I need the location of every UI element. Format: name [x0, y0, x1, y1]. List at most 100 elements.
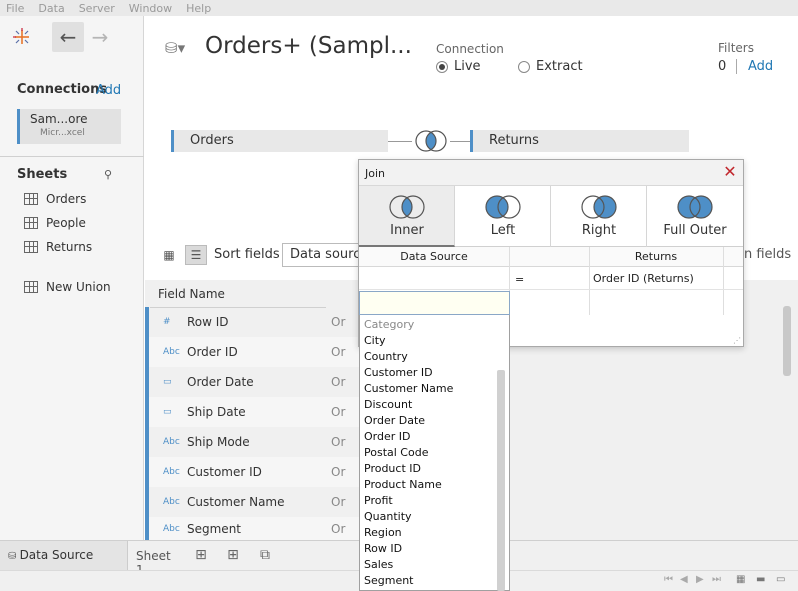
table-row[interactable]: Abc Order ID Or [145, 337, 360, 367]
table-row[interactable]: Abc Customer ID Or [145, 457, 360, 487]
grid-scrollbar[interactable] [783, 306, 791, 376]
first-page-icon[interactable]: ⏮ [664, 574, 673, 585]
list-item[interactable]: Discount [360, 397, 509, 413]
field-name: Order Date [187, 375, 254, 389]
forward-button[interactable]: → [88, 22, 112, 52]
add-filter-link[interactable]: Add [736, 59, 773, 74]
inner-join-icon[interactable] [412, 129, 450, 153]
sheet-item-label: Orders [46, 192, 87, 206]
new-union-item[interactable]: New Union [24, 280, 111, 294]
field-name: Order ID [187, 345, 238, 359]
list-item[interactable]: Segment [360, 573, 509, 589]
next-page-icon[interactable]: ▶ [696, 574, 704, 585]
field-name: Ship Mode [187, 435, 250, 449]
new-worksheet-icon[interactable]: ⊞ [190, 545, 212, 565]
table-row[interactable]: ▭ Order Date Or [145, 367, 360, 397]
join-type-right[interactable]: Right [551, 186, 647, 247]
extract-label: Extract [536, 59, 583, 74]
new-story-icon[interactable]: ⧉ [254, 545, 276, 565]
right-join-field[interactable]: Order ID (Returns) [593, 272, 694, 285]
extract-radio[interactable]: Extract [518, 59, 583, 74]
join-type-left[interactable]: Left [455, 186, 551, 247]
list-item[interactable]: Profit [360, 493, 509, 509]
page-title[interactable]: Orders+ (Sampl... [205, 33, 412, 59]
live-label: Live [454, 59, 481, 74]
tab-data-source[interactable]: ⛁ Data Source [0, 541, 128, 571]
resize-grip-icon[interactable]: ⋰ [733, 336, 741, 345]
filmstrip-icon[interactable]: ▬ [756, 574, 765, 585]
list-item[interactable]: Region [360, 525, 509, 541]
menu-file[interactable]: File [0, 2, 32, 15]
list-item[interactable]: Sales [360, 557, 509, 573]
sheet-item-people[interactable]: People [24, 216, 86, 230]
list-item[interactable]: Country [360, 349, 509, 365]
list-item[interactable]: Product ID [360, 461, 509, 477]
table-row[interactable]: Abc Customer Name Or [145, 487, 360, 517]
table-returns[interactable]: Returns [470, 130, 689, 152]
list-item[interactable]: Row ID [360, 541, 509, 557]
field-origin: Or [331, 315, 346, 329]
list-item[interactable]: Category [360, 317, 509, 333]
list-item[interactable]: Quantity [360, 509, 509, 525]
connection-card[interactable]: Sam...ore Micr...xcel [17, 109, 121, 144]
database-icon: ⛁ [8, 551, 20, 562]
last-page-icon[interactable]: ⏭ [712, 574, 721, 585]
join-clause-row[interactable]: = Order ID (Returns) [359, 267, 743, 290]
connection-subtitle: Micr...xcel [40, 128, 85, 138]
join-operator[interactable]: = [515, 273, 524, 286]
string-type-icon[interactable]: Abc [163, 467, 187, 477]
tab-sheet1[interactable]: Sheet 1 [130, 541, 182, 577]
table-row[interactable]: ▭ Ship Date Or [145, 397, 360, 427]
prev-page-icon[interactable]: ◀ [680, 574, 688, 585]
sort-fields-select[interactable]: Data source order [282, 243, 362, 267]
menu-server[interactable]: Server [73, 2, 123, 15]
number-type-icon[interactable]: # [163, 317, 187, 327]
table-row[interactable]: Abc Ship Mode Or [145, 427, 360, 457]
table-row[interactable]: Abc Segment Or [145, 517, 360, 540]
field-name-header[interactable]: Field Name [150, 280, 326, 308]
list-item[interactable]: Postal Code [360, 445, 509, 461]
list-item[interactable]: Product Name [360, 477, 509, 493]
table-row[interactable]: # Row ID Or [145, 307, 360, 337]
grid-view-icon[interactable]: ▦ [158, 245, 180, 265]
database-icon[interactable]: ⛁▾ [165, 39, 185, 57]
search-icon[interactable]: ⚲ [104, 168, 112, 181]
menu-help[interactable]: Help [180, 2, 219, 15]
left-pane: ← → Connections Add Sam...ore Micr...xce… [0, 16, 144, 540]
picker-scrollbar[interactable] [497, 370, 505, 591]
table-orders[interactable]: Orders [171, 130, 388, 152]
add-connection-link[interactable]: Add [96, 83, 121, 98]
calendar-icon[interactable]: ▭ [163, 377, 187, 387]
menu-data[interactable]: Data [32, 2, 72, 15]
sheet-item-orders[interactable]: Orders [24, 192, 86, 206]
string-type-icon[interactable]: Abc [163, 437, 187, 447]
row-accent [145, 307, 149, 337]
string-type-icon[interactable]: Abc [163, 497, 187, 507]
arrow-right-icon: → [91, 25, 109, 49]
calendar-icon[interactable]: ▭ [163, 407, 187, 417]
close-icon[interactable]: ✕ [721, 163, 739, 181]
arrow-left-icon: ← [59, 25, 77, 49]
list-item[interactable]: Order ID [360, 429, 509, 445]
list-item[interactable]: Customer ID [360, 365, 509, 381]
row-accent [145, 337, 149, 367]
list-item[interactable]: Order Date [360, 413, 509, 429]
back-button[interactable]: ← [52, 22, 84, 52]
tableau-logo-icon[interactable] [12, 27, 32, 47]
join-type-inner[interactable]: Inner [359, 186, 455, 247]
field-search-input[interactable] [359, 291, 510, 315]
string-type-icon[interactable]: Abc [163, 347, 187, 357]
menu-window[interactable]: Window [123, 2, 180, 15]
string-type-icon[interactable]: Abc [163, 524, 187, 534]
list-item[interactable]: Customer Name [360, 381, 509, 397]
join-type-full-outer[interactable]: Full Outer [647, 186, 743, 247]
sheet-item-returns[interactable]: Returns [24, 240, 92, 254]
tabs-icon[interactable]: ▭ [776, 574, 785, 585]
new-dashboard-icon[interactable]: ⊞ [222, 545, 244, 565]
field-name: Customer Name [187, 495, 285, 509]
list-item[interactable]: City [360, 333, 509, 349]
sheet-item-label: Returns [46, 240, 93, 254]
live-radio[interactable]: Live [436, 59, 481, 74]
grid-tabs-icon[interactable]: ▦ [736, 574, 745, 585]
list-view-icon[interactable]: ☰ [185, 245, 207, 265]
